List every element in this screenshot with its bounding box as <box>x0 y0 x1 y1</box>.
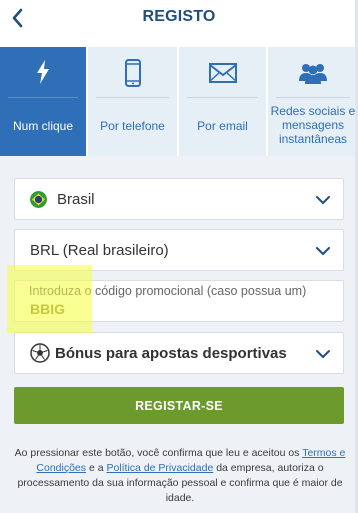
legal-text-2: e a <box>86 462 107 474</box>
bonus-select[interactable]: Bónus para apostas desportivas <box>14 332 344 374</box>
tab-divider <box>96 97 169 98</box>
chevron-down-icon <box>316 247 330 255</box>
registration-method-tabs: Num clique Por telefone Por email Redes … <box>0 47 358 156</box>
envelope-icon <box>208 63 237 83</box>
tab-divider <box>276 97 350 98</box>
tab-label: Por telefone <box>100 119 165 133</box>
privacy-link[interactable]: Política de Privacidade <box>106 462 213 474</box>
tab-divider <box>187 97 258 98</box>
register-button[interactable]: REGISTAR-SE <box>14 387 344 424</box>
tab-label: Redes sociais e mensagens instantâneas <box>270 104 356 146</box>
promo-code-label: Introduza o código promocional (caso pos… <box>29 284 307 298</box>
tab-label: Num clique <box>12 119 74 133</box>
brazil-flag-icon <box>30 191 47 208</box>
tab-divider <box>8 97 78 98</box>
legal-text-1: Ao pressionar este botão, você confirma … <box>14 447 303 459</box>
legal-notice: Ao pressionar este botão, você confirma … <box>12 446 348 506</box>
tab-label: Por email <box>197 119 248 133</box>
bonus-value: Bónus para apostas desportivas <box>55 345 287 362</box>
chevron-down-icon <box>316 350 330 358</box>
country-select[interactable]: Brasil <box>14 178 344 220</box>
page-title: REGISTO <box>142 8 216 25</box>
tab-social[interactable]: Redes sociais e mensagens instantâneas <box>268 47 358 156</box>
registration-form: Brasil BRL (Real brasileiro) Introduza o… <box>0 156 358 513</box>
country-value: Brasil <box>57 191 95 208</box>
promo-code-input[interactable]: BBIG <box>30 301 65 317</box>
header: REGISTO <box>0 0 358 36</box>
currency-value: BRL (Real brasileiro) <box>30 242 169 259</box>
tab-one-click[interactable]: Num clique <box>0 47 86 156</box>
tab-phone[interactable]: Por telefone <box>88 47 177 156</box>
currency-select[interactable]: BRL (Real brasileiro) <box>14 229 344 271</box>
tab-email[interactable]: Por email <box>179 47 266 156</box>
promo-code-field[interactable]: Introduza o código promocional (caso pos… <box>14 280 344 322</box>
chevron-down-icon <box>316 196 330 204</box>
soccer-ball-icon <box>30 343 50 363</box>
phone-icon <box>124 59 141 87</box>
lightning-icon <box>37 60 49 84</box>
registration-screen: REGISTO Num clique Por telefone Por emai… <box>0 0 358 513</box>
users-icon <box>299 64 327 84</box>
